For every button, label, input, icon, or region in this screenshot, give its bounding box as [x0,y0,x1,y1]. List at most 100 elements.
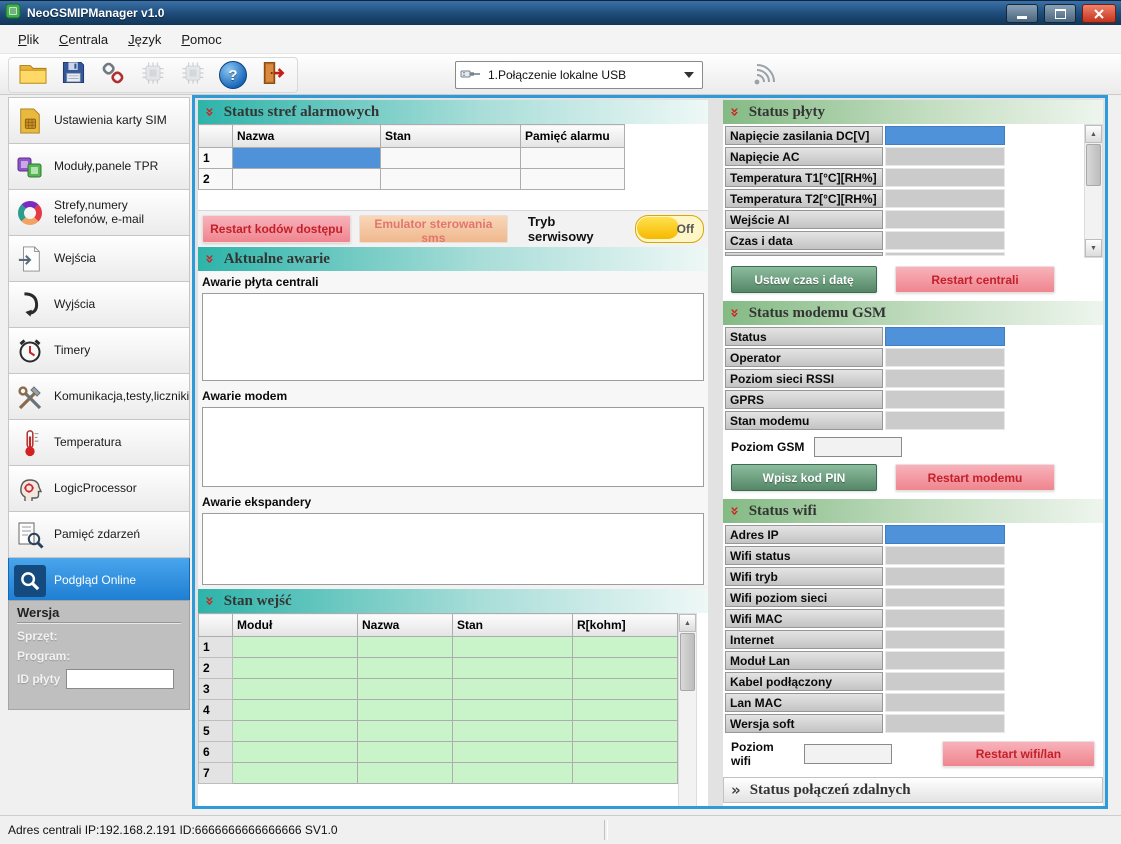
restart-modem-button[interactable]: Restart modemu [895,464,1055,491]
close-button[interactable] [1082,4,1116,23]
board-status-rows: Napięcie zasilania DC[V] Napięcie AC Tem… [723,124,1103,258]
section-header-gsm-status[interactable]: » Status modemu GSM [723,301,1103,325]
service-mode-toggle[interactable]: Off [635,215,704,243]
chevron-down-icon [684,72,694,78]
exit-door-icon [259,59,287,92]
restart-wifi-lan-button[interactable]: Restart wifi/lan [942,741,1095,767]
sidebar-item-outputs[interactable]: Wyjścia [8,282,190,328]
sidebar-item-modules-tpr[interactable]: Moduły,panele TPR [8,144,190,190]
section-header-alarm-zones[interactable]: » Status stref alarmowych [198,100,708,124]
section-header-remote-connections[interactable]: » Status połączeń zdalnych [723,777,1103,803]
menu-plik[interactable]: Plik [8,27,49,52]
status-value [885,672,1005,691]
table-row[interactable]: 5 [199,721,678,742]
sidebar-item-sim-settings[interactable]: Ustawienia karty SIM [8,97,190,144]
sidebar-item-logicprocessor[interactable]: LogicProcessor [8,466,190,512]
save-button[interactable] [55,60,91,90]
input-resistance-cell [573,742,678,763]
section-header-inputs-state[interactable]: » Stan wejść [198,589,708,613]
status-row: Adres IP [725,525,1103,544]
sidebar-item-communication[interactable]: Komunikacja,testy,liczniki [8,374,190,420]
status-bar: Adres centrali IP:192.168.2.191 ID:66666… [0,815,1121,844]
module-read-button[interactable] [135,60,171,90]
module-write-button[interactable] [175,60,211,90]
status-label: Operator [725,348,883,367]
restart-access-codes-button[interactable]: Restart kodów dostępu [202,215,351,243]
folder-icon [18,60,48,91]
table-row[interactable]: 2 [199,169,625,190]
set-time-button[interactable]: Ustaw czas i datę [731,266,877,293]
section-title: Aktualne awarie [224,251,330,268]
sidebar-item-label: Strefy,numery telefonów, e-mail [54,199,184,227]
section-header-current-faults[interactable]: » Aktualne awarie [198,247,708,271]
status-row: Wejście AI [725,210,1103,229]
scroll-up-button[interactable]: ▲ [679,614,696,632]
scroll-thumb[interactable] [680,633,695,691]
section-header-board-status[interactable]: » Status płyty [723,100,1103,124]
wifi-level-row: Poziom wifi Restart wifi/lan [723,735,1103,773]
sms-emulator-button[interactable]: Emulator sterowania sms [359,215,508,243]
status-row: Temperatura T2[°C][RH%] [725,189,1103,208]
usb-icon [460,67,482,84]
column-header: Moduł [233,614,358,637]
input-resistance-cell [573,658,678,679]
maximize-button[interactable] [1044,4,1076,23]
status-row: Czas i data [725,231,1103,250]
modem-faults-label: Awarie modem [200,387,706,407]
inputs-state-table: Moduł Nazwa Stan R[kohm] 1 2 3 [198,613,678,784]
input-state-cell [453,763,573,784]
column-header: Stan [453,614,573,637]
logic-head-icon [14,473,46,505]
connection-value: 1.Połączenie lokalne USB [488,68,626,82]
board-status-scrollbar[interactable]: ▲ ▼ [1084,124,1103,258]
sidebar-item-temperature[interactable]: Temperatura [8,420,190,466]
status-value [885,714,1005,733]
help-button[interactable]: ? [215,60,251,90]
board-id-label: ID płyty [17,672,60,686]
table-row[interactable]: 4 [199,700,678,721]
board-id-input[interactable] [66,669,174,689]
sidebar-item-online-preview[interactable]: Podgląd Online [8,558,190,604]
menu-pomoc[interactable]: Pomoc [171,27,231,52]
scroll-down-button[interactable]: ▼ [1085,239,1102,257]
scroll-thumb[interactable] [1086,144,1101,186]
table-row[interactable]: 2 [199,658,678,679]
connect-button[interactable] [95,60,131,90]
scroll-up-button[interactable]: ▲ [1085,125,1102,143]
inputs-scrollbar[interactable]: ▲ ▼ [678,613,697,806]
exit-button[interactable] [255,60,291,90]
table-row[interactable]: 7 [199,763,678,784]
zone-name-cell[interactable] [233,148,381,169]
sidebar-item-zones-phones-email[interactable]: Strefy,numery telefonów, e-mail [8,190,190,236]
chip-icon [139,59,167,92]
row-number-cell: 2 [199,658,233,679]
gsm-level-label: Poziom GSM [731,440,804,454]
status-value [885,369,1005,388]
section-header-wifi-status[interactable]: » Status wifi [723,499,1103,523]
input-module-cell [233,658,358,679]
sidebar-item-label: LogicProcessor [54,482,137,496]
expand-chevron-icon: » [731,781,741,799]
menu-jezyk[interactable]: Język [118,27,171,52]
menu-centrala[interactable]: Centrala [49,27,118,52]
restart-panel-button[interactable]: Restart centrali [895,266,1055,293]
table-row[interactable]: 1 [199,637,678,658]
minimize-button[interactable] [1006,4,1038,23]
table-row[interactable]: 6 [199,742,678,763]
wifi-level-input[interactable] [804,744,892,764]
wifi-status-rows: Adres IP Wifi status Wifi tryb Wifi pozi… [723,523,1103,733]
sidebar-item-inputs[interactable]: Wejścia [8,236,190,282]
sidebar-item-event-memory[interactable]: Pamięć zdarzeń [8,512,190,558]
row-number-cell: 2 [199,169,233,190]
enter-pin-button[interactable]: Wpisz kod PIN [731,464,877,491]
table-row[interactable]: 3 [199,679,678,700]
expander-faults-box [202,513,704,585]
sidebar-item-timers[interactable]: Timery [8,328,190,374]
row-number-cell: 1 [199,148,233,169]
gsm-level-input[interactable] [814,437,902,457]
status-value [885,348,1005,367]
open-button[interactable] [15,60,51,90]
window-title: NeoGSMIPManager v1.0 [27,6,164,20]
table-row[interactable]: 1 [199,148,625,169]
connection-dropdown[interactable]: 1.Połączenie lokalne USB [455,61,703,89]
